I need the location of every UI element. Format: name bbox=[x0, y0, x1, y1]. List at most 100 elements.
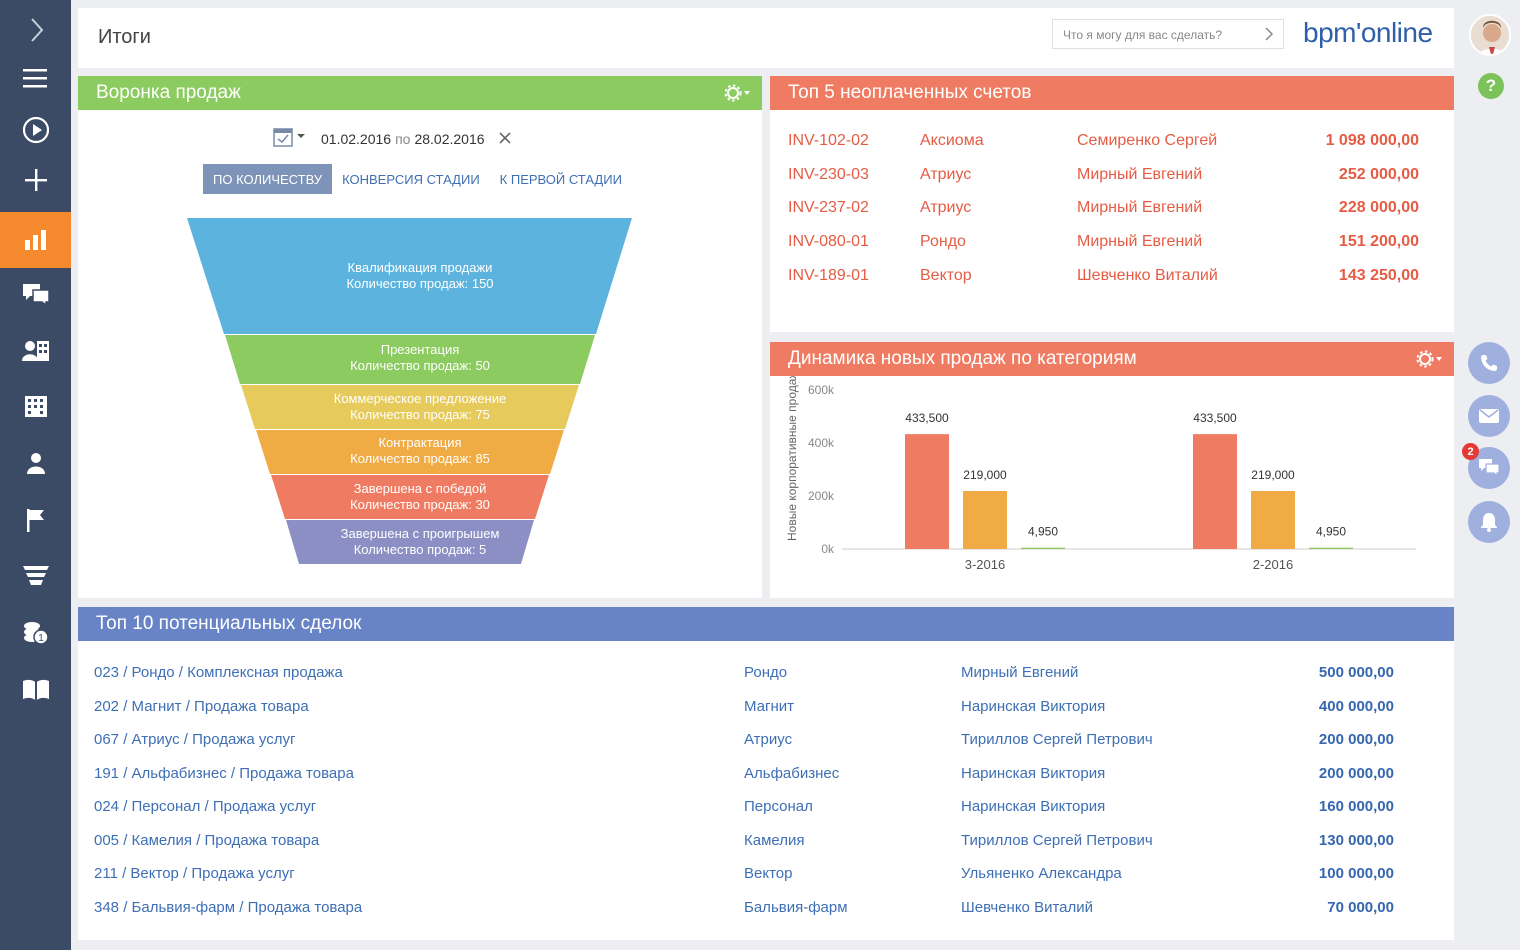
panel-header: Воронка продаж bbox=[78, 76, 762, 110]
gear-icon[interactable] bbox=[1416, 350, 1444, 368]
funnel-label: Контрактация Количество продаж: 85 bbox=[350, 435, 490, 466]
invoice-number[interactable]: INV-189-01 bbox=[788, 267, 869, 285]
invoice-number[interactable]: INV-230-03 bbox=[788, 166, 869, 184]
table-row[interactable]: 211 / Вектор / Продажа услуг Вектор Ульяне… bbox=[78, 865, 1454, 889]
deal-account[interactable]: Альфабизнес bbox=[744, 765, 839, 782]
table-row[interactable]: INV-237-02 Атриус Мирный Евгений 228 000… bbox=[770, 199, 1454, 223]
deal-name[interactable]: 005 / Камелия / Продажа товара bbox=[94, 832, 319, 849]
deal-account[interactable]: Магнит bbox=[744, 698, 794, 715]
funnel-icon[interactable] bbox=[0, 548, 71, 604]
deal-owner[interactable]: Наринская Виктория bbox=[961, 765, 1105, 782]
deal-name[interactable]: 067 / Атриус / Продажа услуг bbox=[94, 731, 295, 748]
deal-name[interactable]: 211 / Вектор / Продажа услуг bbox=[94, 865, 295, 882]
invoice-account[interactable]: Атриус bbox=[920, 199, 971, 217]
table-row[interactable]: INV-230-03 Атриус Мирный Евгений 252 000… bbox=[770, 166, 1454, 190]
deal-owner[interactable]: Тириллов Сергей Петрович bbox=[961, 832, 1153, 849]
date-from[interactable]: 01.02.2016 bbox=[321, 131, 391, 147]
invoice-contact[interactable]: Семиренко Сергей bbox=[1077, 132, 1217, 150]
email-icon[interactable] bbox=[1468, 395, 1510, 437]
help-icon[interactable]: ? bbox=[1478, 73, 1504, 99]
date-to[interactable]: 28.02.2016 bbox=[414, 131, 484, 147]
command-search-input[interactable]: Что я могу для вас сделать? bbox=[1052, 19, 1284, 49]
deal-owner[interactable]: Шевченко Виталий bbox=[961, 899, 1093, 916]
menu-icon[interactable] bbox=[0, 50, 71, 106]
invoice-contact[interactable]: Мирный Евгений bbox=[1077, 233, 1202, 251]
invoice-account[interactable]: Атриус bbox=[920, 166, 971, 184]
coins-icon[interactable]: 1 bbox=[0, 605, 71, 661]
deal-name[interactable]: 191 / Альфабизнес / Продажа товара bbox=[94, 765, 354, 782]
book-icon[interactable] bbox=[0, 662, 71, 718]
table-row[interactable]: INV-189-01 Вектор Шевченко Виталий 143 2… bbox=[770, 267, 1454, 291]
deal-account[interactable]: Бальвия-фарм bbox=[744, 899, 848, 916]
contacts-icon[interactable] bbox=[0, 323, 71, 379]
invoice-number[interactable]: INV-237-02 bbox=[788, 199, 869, 217]
close-icon[interactable] bbox=[498, 131, 511, 147]
sales-funnel-panel: Воронка продаж 01.02.2016 по 28.02.2016 … bbox=[78, 76, 762, 598]
deal-name[interactable]: 202 / Магнит / Продажа товара bbox=[94, 698, 309, 715]
deal-name[interactable]: 024 / Персонал / Продажа услуг bbox=[94, 798, 316, 815]
bell-icon[interactable] bbox=[1468, 501, 1510, 543]
funnel-label: Завершена с проигрышем Количество продаж:… bbox=[340, 526, 500, 557]
invoice-account[interactable]: Рондо bbox=[920, 233, 966, 251]
calendar-icon[interactable] bbox=[273, 126, 307, 151]
bar bbox=[905, 434, 949, 549]
data-label: 4,950 bbox=[1316, 525, 1346, 539]
deal-name[interactable]: 348 / Бальвия-фарм / Продажа товара bbox=[94, 899, 362, 916]
plus-icon[interactable] bbox=[0, 152, 71, 208]
tab-by-count[interactable]: ПО КОЛИЧЕСТВУ bbox=[203, 164, 333, 194]
deal-name[interactable]: 023 / Рондо / Комплексная продажа bbox=[94, 664, 343, 681]
data-label: 433,500 bbox=[905, 411, 949, 425]
table-row[interactable]: INV-102-02 Аксиома Семиренко Сергей 1 09… bbox=[770, 132, 1454, 156]
tab-stage-conversion[interactable]: КОНВЕРСИЯ СТАДИИ bbox=[332, 164, 490, 194]
play-icon[interactable] bbox=[0, 102, 71, 158]
deal-owner[interactable]: Наринская Виктория bbox=[961, 698, 1105, 715]
funnel-label: Коммерческое предложение Количество прода… bbox=[333, 391, 507, 422]
avatar[interactable] bbox=[1469, 14, 1511, 56]
table-row[interactable]: 348 / Бальвия-фарм / Продажа товара Бальв… bbox=[78, 899, 1454, 923]
gear-icon[interactable] bbox=[724, 84, 752, 102]
deal-account[interactable]: Рондо bbox=[744, 664, 787, 681]
panel-title: Динамика новых продаж по категориям bbox=[788, 348, 1137, 369]
table-row[interactable]: 067 / Атриус / Продажа услуг Атриус Тирилл… bbox=[78, 731, 1454, 755]
invoice-number[interactable]: INV-102-02 bbox=[788, 132, 869, 150]
svg-text:1: 1 bbox=[38, 633, 44, 644]
invoice-contact[interactable]: Мирный Евгений bbox=[1077, 199, 1202, 217]
data-label: 219,000 bbox=[1251, 468, 1295, 482]
deal-account[interactable]: Персонал bbox=[744, 798, 813, 815]
invoice-account[interactable]: Вектор bbox=[920, 267, 972, 285]
analytics-icon[interactable] bbox=[0, 212, 71, 268]
feed-icon[interactable] bbox=[0, 266, 71, 322]
deal-account[interactable]: Камелия bbox=[744, 832, 805, 849]
table-row[interactable]: 202 / Магнит / Продажа товара Магнит Нарин… bbox=[78, 698, 1454, 722]
table-row[interactable]: 024 / Персонал / Продажа услуг Персонал На… bbox=[78, 798, 1454, 822]
sidebar: 1 bbox=[0, 0, 71, 950]
deal-owner[interactable]: Ульяненко Александра bbox=[961, 865, 1122, 882]
invoice-contact[interactable]: Шевченко Виталий bbox=[1077, 267, 1218, 285]
x-tick-label: 2-2016 bbox=[1253, 557, 1293, 572]
deal-owner[interactable]: Наринская Виктория bbox=[961, 798, 1105, 815]
table-row[interactable]: INV-080-01 Рондо Мирный Евгений 151 200,… bbox=[770, 233, 1454, 257]
deal-owner[interactable]: Тириллов Сергей Петрович bbox=[961, 731, 1153, 748]
flag-icon[interactable] bbox=[0, 492, 71, 548]
table-row[interactable]: 023 / Рондо / Комплексная продажа Рондо Ми… bbox=[78, 664, 1454, 688]
deal-amount: 500 000,00 bbox=[1318, 664, 1394, 681]
invoice-account[interactable]: Аксиома bbox=[920, 132, 984, 150]
invoice-contact[interactable]: Мирный Евгений bbox=[1077, 166, 1202, 184]
phone-icon[interactable] bbox=[1468, 342, 1510, 384]
funnel-tabs: ПО КОЛИЧЕСТВУ КОНВЕРСИЯ СТАДИИ К ПЕРВОЙ … bbox=[203, 164, 632, 194]
deal-account[interactable]: Вектор bbox=[744, 865, 792, 882]
accounts-icon[interactable] bbox=[0, 378, 71, 434]
tab-to-first-stage[interactable]: К ПЕРВОЙ СТАДИИ bbox=[490, 164, 632, 194]
data-label: 433,500 bbox=[1193, 411, 1237, 425]
deal-account[interactable]: Атриус bbox=[744, 731, 792, 748]
chevron-right-icon[interactable] bbox=[1263, 25, 1275, 48]
table-row[interactable]: 191 / Альфабизнес / Продажа товара Альфаб… bbox=[78, 765, 1454, 789]
panel-header: Топ 5 неоплаченных счетов bbox=[770, 76, 1454, 110]
y-tick-label: 200k bbox=[808, 489, 835, 503]
sales-dynamics-panel: Динамика новых продаж по категориям 0k 20… bbox=[770, 342, 1454, 598]
user-icon[interactable] bbox=[0, 435, 71, 491]
deal-owner[interactable]: Мирный Евгений bbox=[961, 664, 1078, 681]
invoice-number[interactable]: INV-080-01 bbox=[788, 233, 869, 251]
brand-logo: bpm'online bbox=[1303, 17, 1433, 48]
table-row[interactable]: 005 / Камелия / Продажа товара Камелия Тир… bbox=[78, 832, 1454, 856]
